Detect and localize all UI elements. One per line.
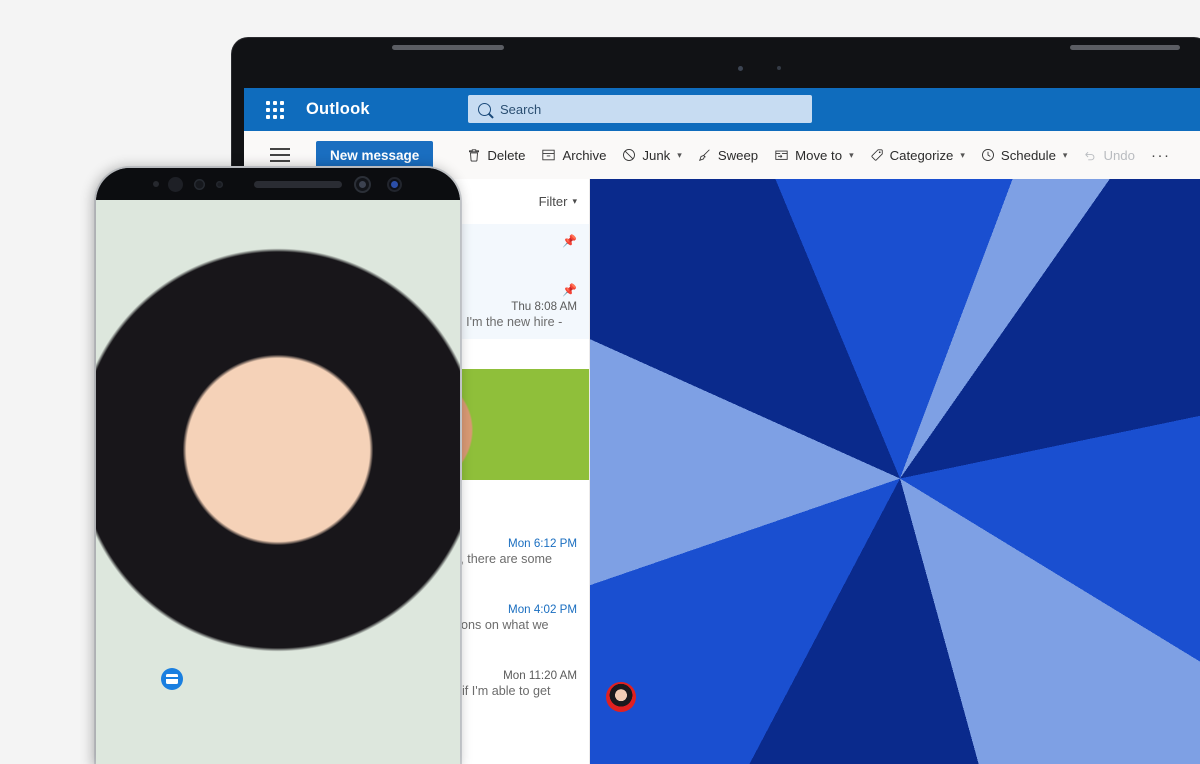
attachment-thumbnail[interactable] [244, 369, 589, 480]
categorize-button[interactable]: Categorize ▾ [870, 148, 965, 163]
junk-button[interactable]: Junk ▾ [622, 147, 682, 163]
chevron-down-icon: ▾ [1062, 149, 1068, 160]
broom-icon [698, 148, 712, 162]
undo-label: Undo [1103, 147, 1135, 163]
block-icon [622, 148, 636, 162]
laptop-sensor-icon [777, 66, 781, 70]
pin-icon[interactable]: 📌 [556, 283, 577, 297]
phone-front-camera-icon [354, 176, 371, 193]
chevron-down-icon: ▾ [572, 196, 577, 206]
phone-bezel [96, 168, 460, 200]
phone-earpiece [254, 181, 342, 188]
timestamp: Mon 4:02 PM [508, 603, 577, 616]
phone-sensor-icon [216, 181, 223, 188]
sweep-button[interactable]: Sweep [698, 148, 758, 163]
calendar-icon [161, 668, 183, 690]
command-group: Delete Archive Junk ▾ Sweep Move to ▾ Ca… [467, 147, 1170, 164]
pin-icon[interactable]: 📌 [556, 234, 577, 248]
search-placeholder: Search [500, 101, 542, 117]
chevron-down-icon: ▾ [960, 149, 965, 160]
delete-label: Delete [487, 147, 526, 163]
phone-screen: 10:28 AM 100% [96, 200, 460, 764]
archive-icon [541, 148, 556, 162]
categorize-label: Categorize [889, 147, 954, 163]
phone-device: 10:28 AM 100% [96, 168, 460, 764]
delete-button[interactable]: Delete [467, 148, 525, 163]
expanded-message: Elvia Atkins Tue 7/23/2020 3:10 PM Wanda… [590, 179, 1200, 764]
avatar [606, 682, 636, 712]
new-message-button[interactable]: New message [316, 140, 434, 170]
schedule-button[interactable]: Schedule ▾ [981, 147, 1068, 163]
move-to-button[interactable]: Move to ▾ [774, 147, 854, 163]
undo-button[interactable]: Undo [1083, 148, 1135, 163]
more-commands-button[interactable]: ··· [1151, 147, 1171, 164]
trash-icon [467, 148, 481, 162]
phone-sensor-icon [153, 181, 159, 187]
screenshot-stage: Outlook Search New message Delete Archiv… [0, 0, 1200, 764]
attachment-preview[interactable] [590, 179, 1200, 764]
clock-icon [981, 148, 995, 162]
move-to-label: Move to [795, 147, 843, 163]
phone-sensor-icon [168, 177, 183, 192]
search-icon [478, 102, 491, 116]
app-launcher-icon[interactable] [266, 100, 284, 119]
archive-label: Archive [562, 147, 607, 163]
phone-sensor-icon [194, 179, 205, 190]
filter-button[interactable]: Filter ▾ [539, 194, 577, 209]
schedule-label: Schedule [1000, 147, 1056, 163]
move-icon [774, 148, 789, 162]
undo-icon [1083, 148, 1097, 162]
avatar [96, 200, 460, 764]
tag-icon [870, 148, 884, 162]
hamburger-icon[interactable] [270, 148, 290, 162]
chevron-down-icon: ▾ [677, 149, 682, 160]
sweep-label: Sweep [717, 147, 759, 163]
search-input[interactable]: Search [468, 95, 812, 123]
laptop-speaker-right [1070, 45, 1180, 50]
timestamp: Mon 6:12 PM [508, 537, 577, 550]
timestamp: Thu 8:08 AM [511, 300, 577, 313]
timestamp: Mon 11:20 AM [503, 669, 577, 682]
laptop-speaker-left [392, 45, 504, 50]
junk-label: Junk [642, 147, 671, 163]
outlook-top-bar: Outlook Search [244, 88, 1200, 131]
phone-iris-sensor-icon [387, 177, 402, 192]
reading-pane: Happy Women's Day! Wanda Howard Hi all, … [590, 179, 1200, 764]
archive-button[interactable]: Archive [541, 148, 606, 163]
laptop-camera-icon [738, 66, 743, 71]
phone-message-item[interactable]: Elvia Atkins Sunday Intern Meet & Greet … [96, 200, 460, 764]
chevron-down-icon: ▾ [849, 149, 854, 160]
filter-label: Filter [538, 194, 568, 209]
outlook-brand-label: Outlook [306, 100, 370, 118]
attachment-row [590, 179, 1200, 764]
